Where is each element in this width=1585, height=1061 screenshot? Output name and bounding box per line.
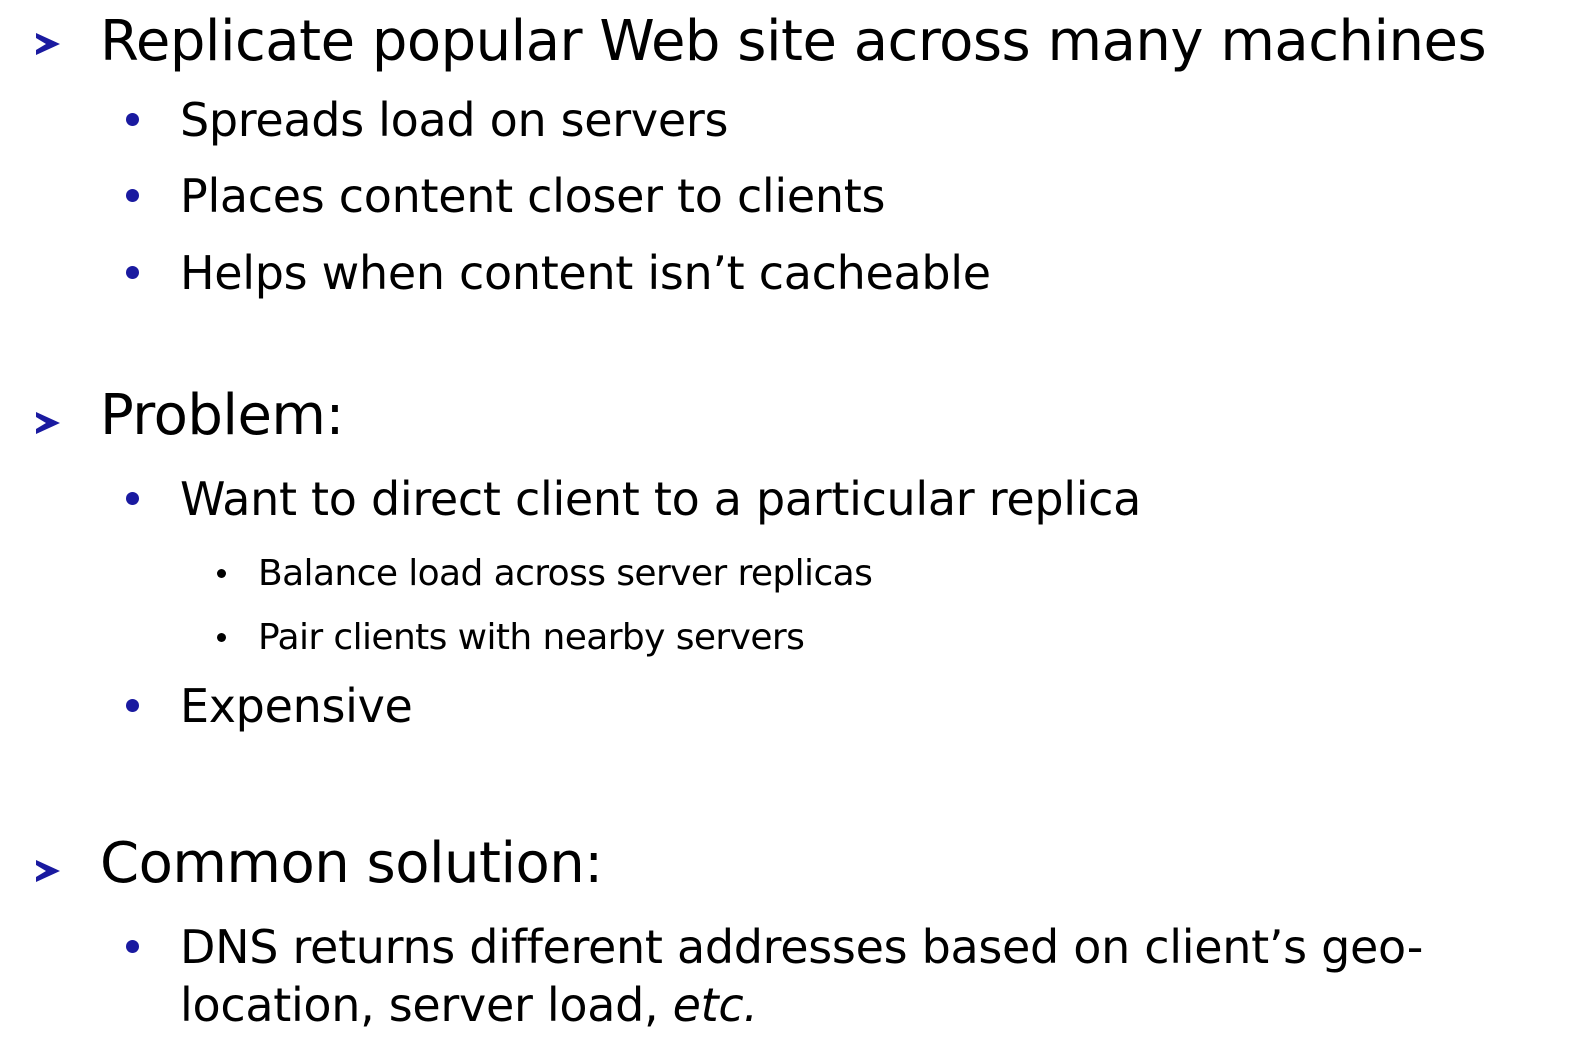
sub-bullet-pair-clients: Pair clients with nearby servers xyxy=(258,617,805,658)
section-heading-replicate: Replicate popular Web site across many m… xyxy=(100,9,1487,74)
section-heading-common-solution: Common solution: xyxy=(100,831,603,896)
sub-bullet-dot-icon xyxy=(217,633,226,642)
section-heading-problem: Problem: xyxy=(100,383,344,448)
bullet-dns-returns-line1: DNS returns different addresses based on… xyxy=(180,920,1424,974)
sub-bullet-balance-load: Balance load across server replicas xyxy=(258,553,873,594)
arrow-bullet-icon xyxy=(36,860,60,882)
bullet-dot-icon xyxy=(126,699,139,712)
bullet-direct-client: Want to direct client to a particular re… xyxy=(180,472,1142,526)
bullet-dot-icon xyxy=(126,266,139,279)
sub-bullet-dot-icon xyxy=(217,569,226,578)
bullet-dns-returns-etc: etc. xyxy=(672,978,758,1032)
bullet-expensive: Expensive xyxy=(180,679,413,733)
bullet-dot-icon xyxy=(126,113,139,126)
bullet-spreads-load: Spreads load on servers xyxy=(180,93,729,147)
bullet-dot-icon xyxy=(126,189,139,202)
bullet-dot-icon xyxy=(126,940,139,953)
bullet-dns-returns-line2-text: location, server load, xyxy=(180,978,673,1032)
bullet-dot-icon xyxy=(126,492,139,505)
arrow-bullet-icon xyxy=(36,33,60,55)
bullet-helps-cacheable: Helps when content isn’t cacheable xyxy=(180,246,991,300)
bullet-places-content: Places content closer to clients xyxy=(180,169,886,223)
arrow-bullet-icon xyxy=(36,412,60,434)
bullet-dns-returns-line2: location, server load, etc. xyxy=(180,982,758,1028)
